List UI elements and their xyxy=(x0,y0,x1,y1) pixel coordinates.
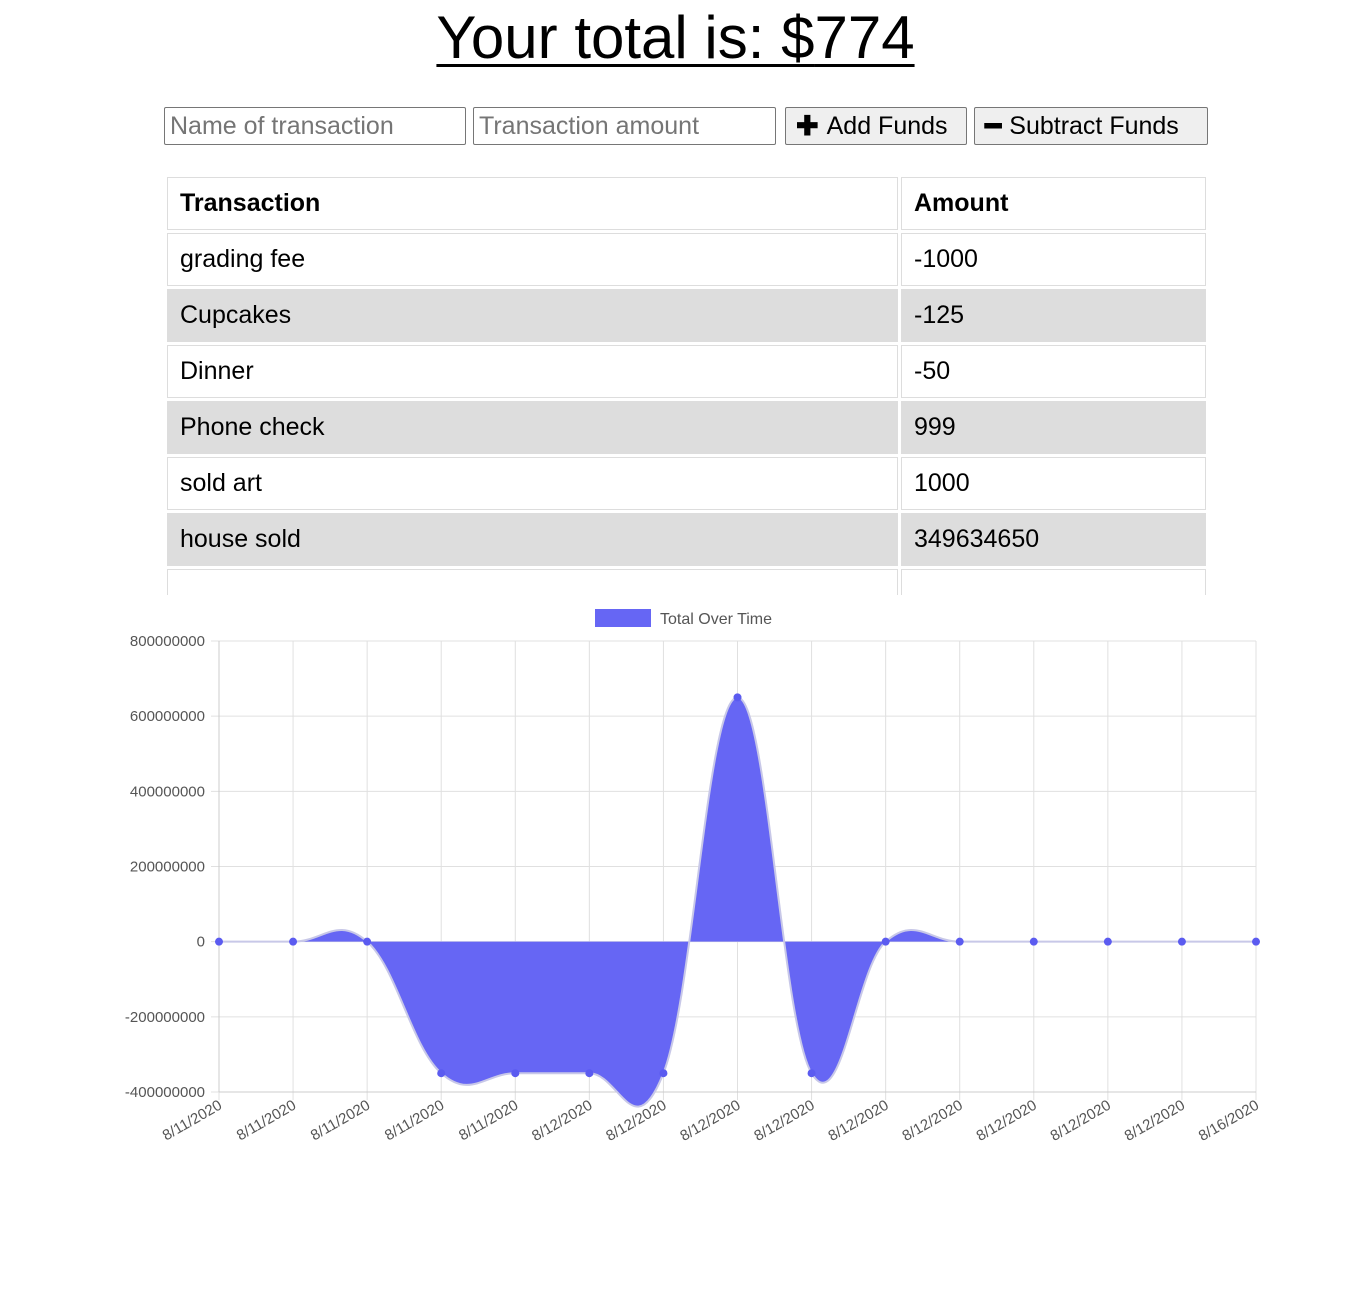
x-tick-label: 8/16/2020 xyxy=(1196,1097,1262,1145)
x-tick-label: 8/11/2020 xyxy=(308,1097,373,1145)
data-point[interactable] xyxy=(1252,937,1260,946)
data-point[interactable] xyxy=(437,1069,446,1078)
data-point[interactable] xyxy=(1103,937,1112,946)
y-tick-label: -200000000 xyxy=(125,1009,205,1026)
y-tick-label: -400000000 xyxy=(125,1084,205,1101)
table-row: house sold 349634650 xyxy=(167,513,1206,566)
y-tick-label: 200000000 xyxy=(130,859,205,876)
data-point[interactable] xyxy=(807,1069,816,1078)
x-tick-label: 8/11/2020 xyxy=(234,1097,299,1145)
table-header-row: Transaction Amount xyxy=(167,177,1206,230)
subtract-funds-label: Subtract Funds xyxy=(1009,111,1179,140)
data-point[interactable] xyxy=(363,937,372,946)
y-tick-label: 400000000 xyxy=(130,783,205,800)
data-point[interactable] xyxy=(1177,937,1186,946)
transaction-name: Dinner xyxy=(167,345,898,398)
transactions-table-container[interactable]: Transaction Amount grading fee -1000 Cup… xyxy=(164,174,1209,595)
transaction-name: Cupcakes xyxy=(167,289,898,342)
transaction-name: sold art xyxy=(167,457,898,510)
transaction-amount: 349634650 xyxy=(901,513,1206,566)
y-tick-label: 0 xyxy=(197,934,205,951)
data-point[interactable] xyxy=(215,937,223,946)
data-point[interactable] xyxy=(585,1069,594,1078)
table-row: grading fee -1000 xyxy=(167,233,1206,286)
data-point[interactable] xyxy=(289,937,298,946)
data-point[interactable] xyxy=(511,1069,520,1078)
transaction-amount: -1000 xyxy=(901,233,1206,286)
x-tick-label: 8/12/2020 xyxy=(751,1097,817,1145)
x-tick-label: 8/12/2020 xyxy=(677,1097,743,1145)
legend-label: Total Over Time xyxy=(660,611,772,628)
transaction-name: house sold xyxy=(167,513,898,566)
transaction-amount: 999 xyxy=(901,401,1206,454)
x-tick-label: 8/12/2020 xyxy=(1048,1097,1114,1145)
x-tick-label: 8/11/2020 xyxy=(160,1097,225,1145)
y-axis-ticks: 800000000 600000000 400000000 200000000 0 -20… xyxy=(125,633,205,1101)
x-tick-label: 8/12/2020 xyxy=(1122,1097,1188,1145)
transaction-amount-input[interactable] xyxy=(473,107,776,145)
data-point[interactable] xyxy=(659,1069,668,1078)
x-axis-ticks: 8/11/2020 8/11/2020 8/11/2020 8/11/2020 8/11… xyxy=(160,1097,1262,1145)
y-tick-label: 800000000 xyxy=(130,633,205,650)
data-point[interactable] xyxy=(1029,937,1038,946)
plus-icon: ✚ xyxy=(796,110,819,141)
transaction-amount: -125 xyxy=(901,289,1206,342)
transactions-table: Transaction Amount grading fee -1000 Cup… xyxy=(164,174,1209,595)
add-funds-button[interactable]: ✚ Add Funds xyxy=(785,107,967,145)
transaction-name: grading fee xyxy=(167,233,898,286)
x-tick-label: 8/11/2020 xyxy=(456,1097,521,1145)
total-heading: Your total is: $774 xyxy=(0,2,1351,74)
y-tick-label: 600000000 xyxy=(130,708,205,725)
x-tick-label: 8/12/2020 xyxy=(899,1097,965,1145)
x-tick-label: 8/11/2020 xyxy=(382,1097,447,1145)
table-row xyxy=(167,569,1206,595)
header-transaction: Transaction xyxy=(167,177,898,230)
table-row: Phone check 999 xyxy=(167,401,1206,454)
minus-icon: ━ xyxy=(985,110,1002,141)
transaction-amount: -50 xyxy=(901,345,1206,398)
x-tick-label: 8/12/2020 xyxy=(973,1097,1039,1145)
header-amount: Amount xyxy=(901,177,1206,230)
data-point[interactable] xyxy=(955,937,964,946)
transaction-amount: 1000 xyxy=(901,457,1206,510)
total-over-time-chart: 800000000 600000000 400000000 200000000 0 -20… xyxy=(125,609,1262,1145)
data-point[interactable] xyxy=(733,693,742,702)
transaction-name: Phone check xyxy=(167,401,898,454)
transaction-name xyxy=(167,569,898,595)
x-tick-label: 8/12/2020 xyxy=(529,1097,595,1145)
transaction-amount xyxy=(901,569,1206,595)
table-row: Dinner -50 xyxy=(167,345,1206,398)
table-row: sold art 1000 xyxy=(167,457,1206,510)
total-label: Your total is: $ xyxy=(436,4,815,71)
data-point[interactable] xyxy=(881,937,890,946)
total-value: 774 xyxy=(814,4,915,71)
table-row: Cupcakes -125 xyxy=(167,289,1206,342)
transaction-name-input[interactable] xyxy=(164,107,466,145)
legend-swatch xyxy=(595,609,651,627)
add-funds-label: Add Funds xyxy=(826,111,948,140)
subtract-funds-button[interactable]: ━ Subtract Funds xyxy=(974,107,1208,145)
chart-legend[interactable]: Total Over Time xyxy=(595,609,772,628)
x-tick-label: 8/12/2020 xyxy=(825,1097,891,1145)
